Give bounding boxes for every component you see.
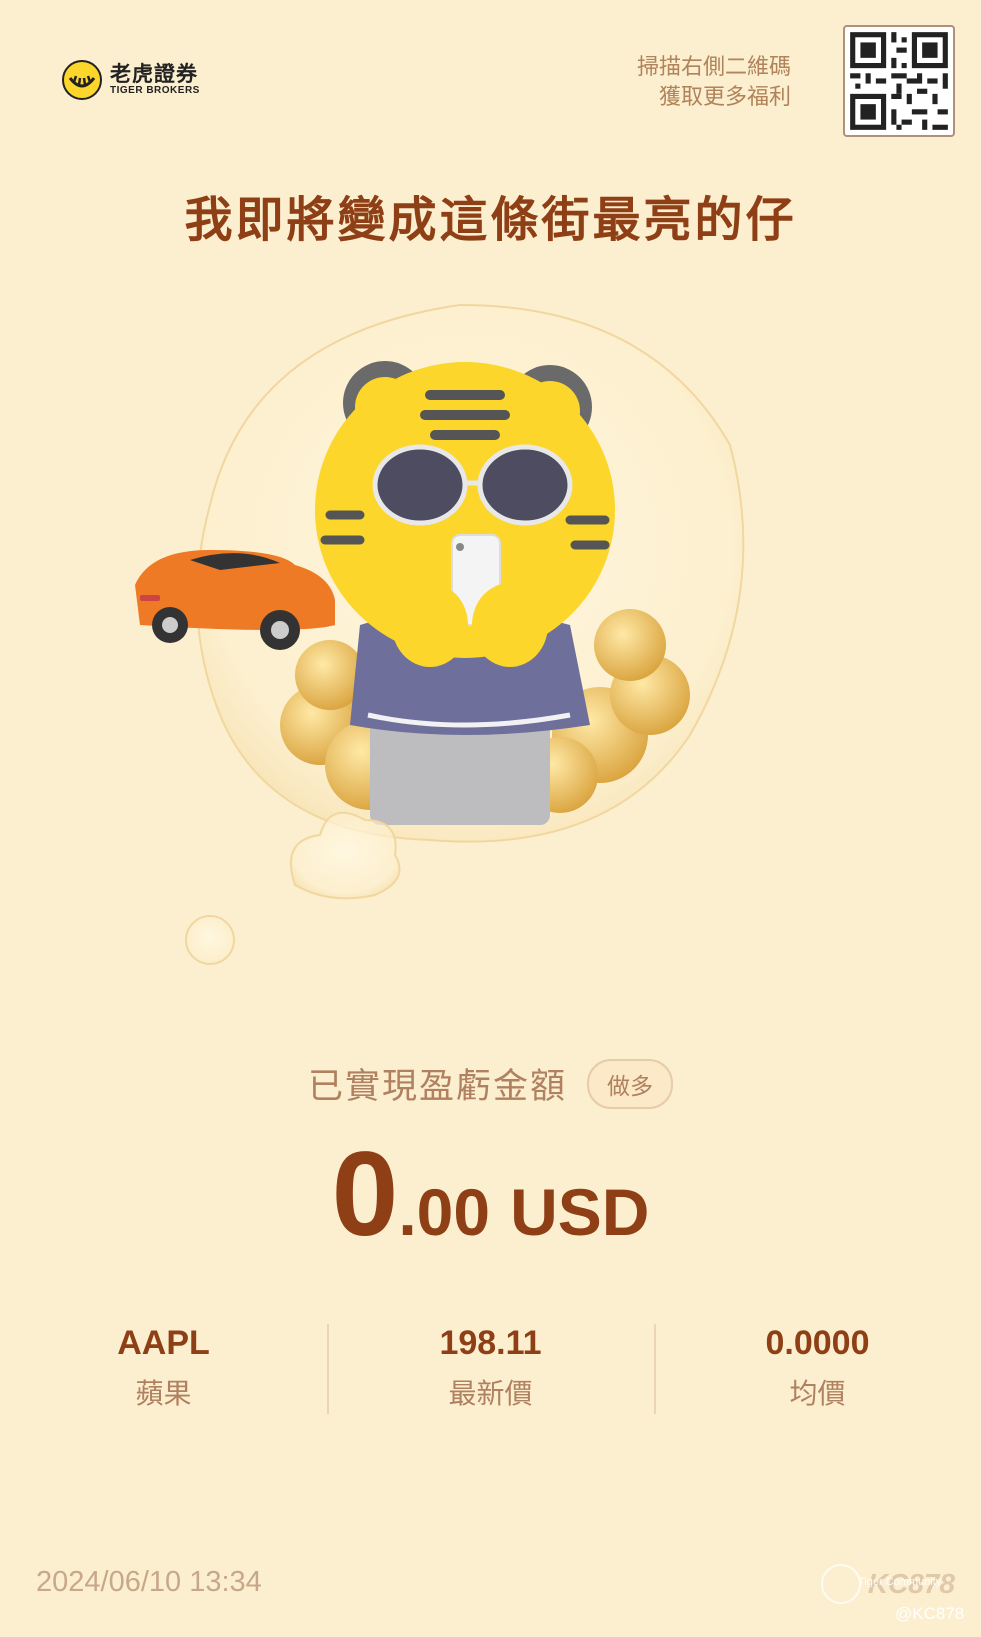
stats-row: AAPL 蘋果 198.11 最新價 0.0000 均價 [0, 1322, 981, 1414]
stat-label: 最新價 [448, 1378, 533, 1409]
watermark-community: Tiger Community [858, 1576, 942, 1588]
stat-latest-price: 198.11 最新價 [327, 1322, 654, 1414]
stat-value: AAPL [117, 1324, 210, 1362]
promo-line-2: 獲取更多福利 [658, 84, 791, 109]
qr-code[interactable] [843, 25, 955, 137]
tiger-mascot-illustration [130, 295, 790, 1005]
brand-name-cn: 老虎證券 [110, 62, 198, 86]
stat-label: 均價 [789, 1378, 846, 1409]
watermark-handle: @KC878 [895, 1604, 965, 1623]
realized-pnl-label: 已實現盈虧金額 [307, 1067, 567, 1106]
pnl-label-row: 已實現盈虧金額 做多 [0, 1058, 981, 1109]
position-side-badge: 做多 [587, 1058, 673, 1109]
pnl-amount: 0.00 USD [0, 1125, 981, 1263]
amount-integer: 0 [331, 1127, 399, 1261]
headline: 我即將變成這條街最亮的仔 [184, 194, 797, 247]
timestamp: 2024/06/10 13:34 [36, 1566, 262, 1598]
promo-text: 掃描右側二維碼 獲取更多福利 [637, 52, 791, 112]
qr-code-icon [850, 32, 948, 130]
tiger-community-watermark-icon [821, 1564, 861, 1604]
amount-currency: USD [510, 1175, 650, 1249]
stat-label: 蘋果 [135, 1378, 192, 1409]
promo-line-1: 掃描右側二維碼 [636, 54, 791, 79]
stat-value: 198.11 [439, 1324, 542, 1362]
stat-average-price: 0.0000 均價 [654, 1322, 981, 1414]
stat-symbol: AAPL 蘋果 [0, 1322, 327, 1412]
stat-value: 0.0000 [765, 1324, 870, 1362]
tiger-logo-icon [62, 60, 102, 100]
amount-decimal: .00 [398, 1175, 491, 1249]
header: 老虎證券 TIGER BROKERS 掃描右側二維碼 獲取更多福利 [0, 0, 981, 160]
tiger-brokers-logo: 老虎證券 TIGER BROKERS [62, 60, 200, 100]
brand-name-en: TIGER BROKERS [110, 84, 200, 96]
